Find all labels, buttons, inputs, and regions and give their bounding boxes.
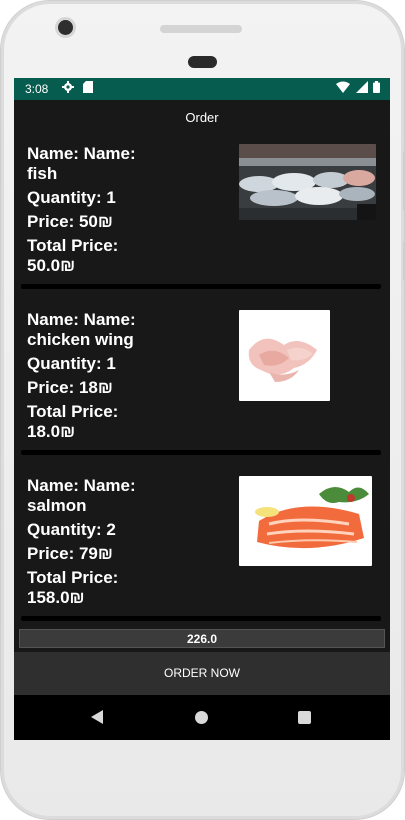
grand-total: 226.0 xyxy=(19,629,385,648)
item-name-value: chicken wing xyxy=(27,330,134,349)
total-price-label: Total Price: xyxy=(27,568,119,587)
earpiece-speaker xyxy=(160,25,242,33)
quantity: Quantity: 1 xyxy=(27,188,116,207)
order-info: Name: Name: chicken wing Quantity: 1 Pric… xyxy=(27,310,217,446)
wifi-icon xyxy=(336,81,351,93)
front-camera xyxy=(58,20,73,35)
home-icon[interactable] xyxy=(195,711,208,724)
name-label: Name: Name: xyxy=(27,144,136,163)
card-divider xyxy=(21,450,381,455)
name-label: Name: Name: xyxy=(27,310,136,329)
recents-icon[interactable] xyxy=(298,711,311,724)
quantity: Quantity: 1 xyxy=(27,354,116,373)
total-price-value: 50.0₪ xyxy=(27,256,76,275)
status-left-icons xyxy=(62,81,94,95)
status-right-icons xyxy=(336,81,380,96)
order-card-salmon[interactable]: Name: Name: salmon Quantity: 2 Price: 79₪… xyxy=(14,468,390,628)
item-name-value: fish xyxy=(27,164,58,183)
card-divider xyxy=(21,616,381,621)
order-info: Name: Name: salmon Quantity: 2 Price: 79₪… xyxy=(27,476,217,612)
phone-frame: 3:08 Order Name: Name: fish Quantity: 1 … xyxy=(0,0,405,820)
total-price-label: Total Price: xyxy=(27,236,119,255)
price: Price: 79₪ xyxy=(27,544,113,563)
item-name-value: salmon xyxy=(27,496,87,515)
signal-icon xyxy=(355,81,368,93)
proximity-sensor xyxy=(188,56,217,68)
total-price-value: 18.0₪ xyxy=(27,422,76,441)
status-bar: 3:08 xyxy=(14,78,390,100)
order-card-chicken-wing[interactable]: Name: Name: chicken wing Quantity: 1 Pric… xyxy=(14,302,390,462)
card-divider xyxy=(21,284,381,289)
sd-card-icon xyxy=(83,81,94,93)
total-price-value: 158.0₪ xyxy=(27,588,85,607)
fish-market-photo xyxy=(239,144,376,220)
price: Price: 18₪ xyxy=(27,378,113,397)
item-name: Name: Name: fish xyxy=(27,144,217,184)
chicken-wing-photo xyxy=(239,310,330,401)
app-bar-title: Order xyxy=(185,110,219,125)
price: Price: 50₪ xyxy=(27,212,113,231)
quantity: Quantity: 2 xyxy=(27,520,116,539)
salmon-fillet-photo xyxy=(239,476,372,566)
item-name: Name: Name: salmon xyxy=(27,476,217,516)
total-price: Total Price: 50.0₪ xyxy=(27,236,217,276)
status-time: 3:08 xyxy=(25,82,49,96)
back-icon[interactable] xyxy=(91,710,103,724)
order-info: Name: Name: fish Quantity: 1 Price: 50₪ T… xyxy=(27,144,217,280)
order-now-button[interactable]: ORDER NOW xyxy=(14,652,390,695)
order-card-fish[interactable]: Name: Name: fish Quantity: 1 Price: 50₪ T… xyxy=(14,136,390,296)
name-label: Name: Name: xyxy=(27,476,136,495)
item-name: Name: Name: chicken wing xyxy=(27,310,217,350)
total-price: Total Price: 158.0₪ xyxy=(27,568,217,608)
total-price-label: Total Price: xyxy=(27,402,119,421)
total-price: Total Price: 18.0₪ xyxy=(27,402,217,442)
device-screen: 3:08 Order Name: Name: fish Quantity: 1 … xyxy=(14,78,390,740)
navigation-bar xyxy=(14,695,390,740)
battery-icon xyxy=(373,81,380,93)
gear-icon xyxy=(62,81,74,93)
